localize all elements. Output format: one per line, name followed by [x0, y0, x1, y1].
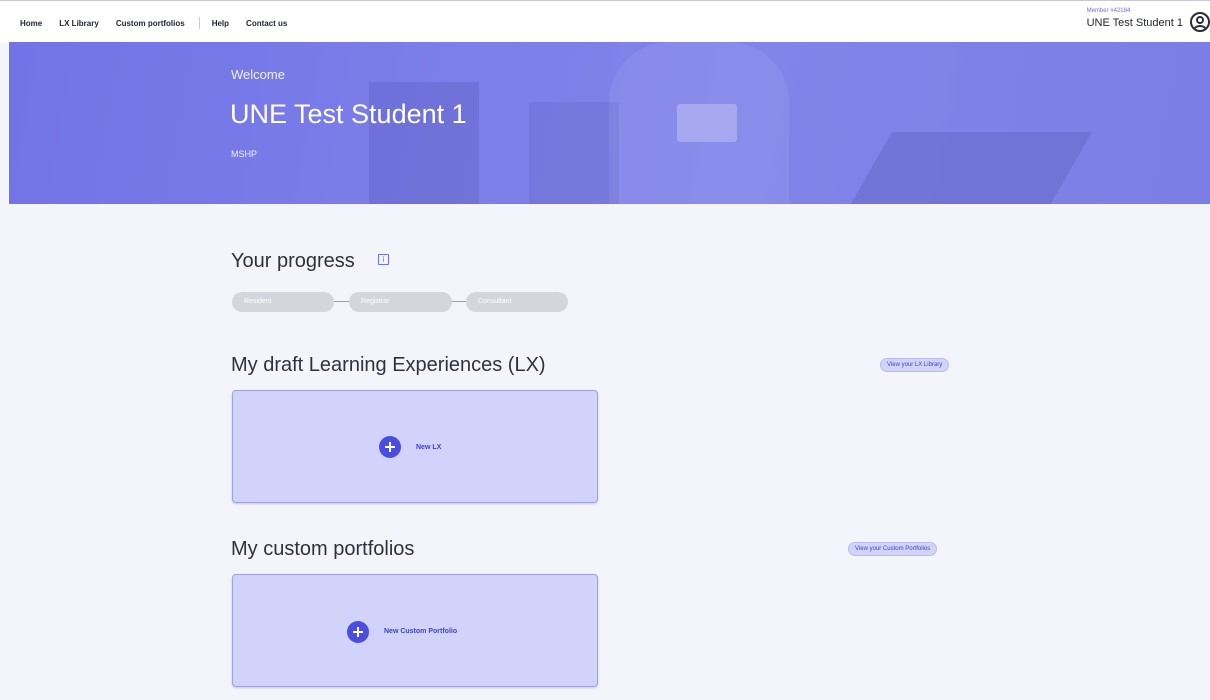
new-lx-label: New LX: [416, 444, 442, 451]
nav-home[interactable]: Home: [20, 19, 42, 28]
user-circle-icon[interactable]: [1190, 12, 1210, 32]
plus-icon: [379, 436, 401, 458]
new-lx-card[interactable]: New LX: [232, 390, 598, 503]
progress-connector: [452, 301, 466, 302]
hero-organisation: MSHP: [231, 149, 258, 159]
progress-stage-registrar: Registrar: [349, 292, 452, 312]
progress-stage-resident: Resident: [232, 292, 334, 312]
main-nav: Home LX Library Custom portfolios Help C…: [20, 17, 304, 29]
member-number: Member #42184: [1086, 8, 1131, 14]
info-icon[interactable]: i: [378, 254, 389, 265]
portfolios-title: My custom portfolios: [231, 538, 415, 560]
user-name: UNE Test Student 1: [1086, 17, 1183, 29]
nav-custom-portfolios[interactable]: Custom portfolios: [116, 19, 185, 28]
drafts-title: My draft Learning Experiences (LX): [231, 354, 546, 376]
top-navigation-bar: Home LX Library Custom portfolios Help C…: [0, 0, 1210, 42]
hero-background-shape: [845, 132, 1093, 204]
nav-divider: [198, 17, 200, 29]
view-custom-portfolios-button[interactable]: View your Custom Portfolios: [848, 542, 938, 556]
hero-user-name: UNE Test Student 1: [230, 99, 467, 129]
view-lx-library-button[interactable]: View your LX Library: [880, 358, 950, 372]
nav-help[interactable]: Help: [212, 19, 229, 28]
new-custom-portfolio-card[interactable]: New Custom Portfolio: [232, 574, 598, 687]
hero-card-image: [677, 104, 737, 142]
new-custom-portfolio-label: New Custom Portfolio: [384, 628, 458, 635]
progress-connector: [334, 301, 349, 302]
progress-stage-consultant: Consultant: [466, 292, 568, 312]
hero-background-shape: [529, 102, 619, 204]
plus-icon: [347, 621, 369, 643]
hero-welcome-text: Welcome: [231, 67, 285, 82]
nav-lx-library[interactable]: LX Library: [59, 19, 99, 28]
welcome-hero-banner: Welcome UNE Test Student 1 MSHP: [9, 42, 1210, 204]
progress-title: Your progress: [231, 250, 355, 272]
nav-contact-us[interactable]: Contact us: [246, 19, 287, 28]
member-info: Member #42184 UNE Test Student 1: [1087, 8, 1183, 29]
